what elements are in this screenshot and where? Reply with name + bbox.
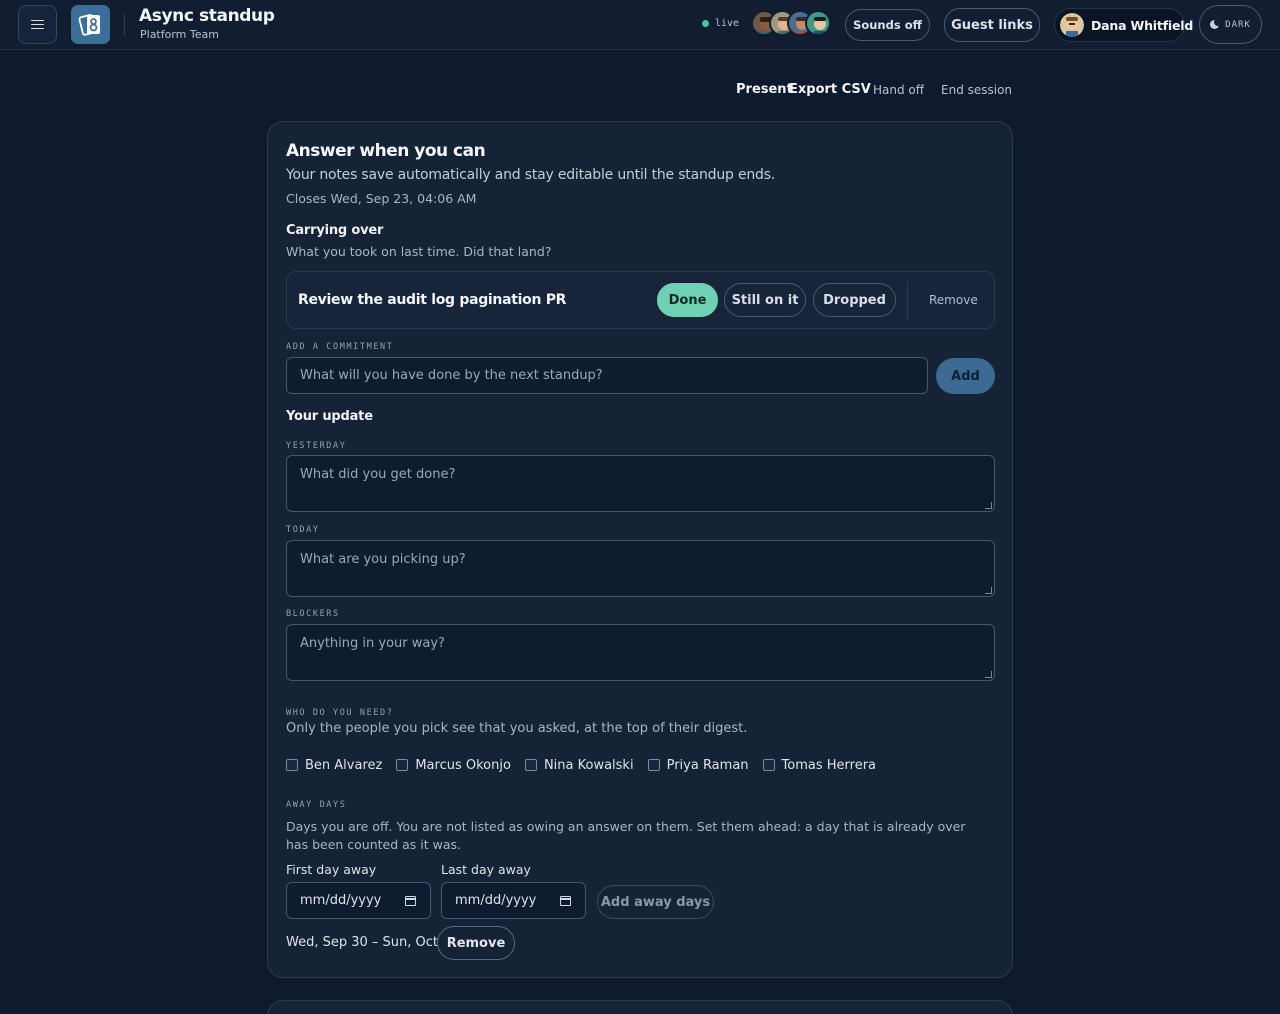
yesterday-label: YESTERDAY xyxy=(286,441,347,451)
remove-carry-over-button[interactable]: Remove xyxy=(929,293,978,307)
resize-handle-icon[interactable] xyxy=(985,671,992,678)
person-name: Ben Alvarez xyxy=(305,757,383,773)
person-name: Tomas Herrera xyxy=(781,757,877,773)
carry-over-subtitle: What you took on last time. Did that lan… xyxy=(286,244,552,259)
closing-time: Closes Wed, Sep 23, 04:06 AM xyxy=(286,191,477,206)
live-dot-icon xyxy=(702,20,709,27)
carry-over-item: Review the audit log pagination PR Done … xyxy=(286,271,995,329)
carry-over-task: Review the audit log pagination PR xyxy=(298,292,567,308)
today-label: TODAY xyxy=(286,525,320,535)
app-logo[interactable] xyxy=(71,5,110,44)
person-checkbox-priya-raman[interactable]: Priya Raman xyxy=(647,757,749,773)
resize-handle-icon[interactable] xyxy=(985,502,992,509)
theme-toggle-button[interactable]: DARK xyxy=(1199,5,1262,44)
theme-label: DARK xyxy=(1225,19,1251,30)
end-session-link[interactable]: End session xyxy=(941,83,1012,97)
next-card xyxy=(267,1000,1013,1014)
person-name: Nina Kowalski xyxy=(543,757,634,773)
date-placeholder: mm/dd/yyyy xyxy=(300,893,382,908)
person-name: Priya Raman xyxy=(666,757,749,773)
date-placeholder: mm/dd/yyyy xyxy=(455,893,537,908)
cards-logo-icon xyxy=(78,13,100,36)
user-menu[interactable]: Dana Whitfield xyxy=(1054,8,1193,42)
last-day-input[interactable]: mm/dd/yyyy xyxy=(441,882,586,919)
calendar-icon[interactable] xyxy=(405,896,416,906)
calendar-icon[interactable] xyxy=(560,896,571,906)
participant-avatars[interactable] xyxy=(751,10,831,38)
live-label: live xyxy=(715,18,740,29)
away-days-help: Days you are off. You are not listed as … xyxy=(286,819,966,852)
team-name: Platform Team xyxy=(140,28,219,41)
away-range: Wed, Sep 30 – Sun, Oct 4 xyxy=(286,935,451,950)
resize-handle-icon[interactable] xyxy=(985,587,992,594)
who-help-text: Only the people you pick see that you as… xyxy=(286,721,748,736)
menu-button[interactable] xyxy=(18,5,57,44)
status-still-on-it-button[interactable]: Still on it xyxy=(724,283,806,317)
divider xyxy=(907,282,908,320)
last-day-label: Last day away xyxy=(441,862,531,877)
avatar xyxy=(805,10,831,36)
carry-over-title: Carrying over xyxy=(286,223,384,238)
yesterday-placeholder: What did you get done? xyxy=(300,467,456,482)
your-update-title: Your update xyxy=(286,409,373,424)
sounds-toggle-button[interactable]: Sounds off xyxy=(845,9,930,41)
user-name: Dana Whitfield xyxy=(1091,17,1194,33)
card-title: Answer when you can xyxy=(286,141,486,161)
commitment-input[interactable]: What will you have done by the next stan… xyxy=(286,357,928,394)
guest-links-button[interactable]: Guest links xyxy=(944,8,1040,42)
avatar xyxy=(1060,13,1084,37)
people-checklist: Ben Alvarez Marcus Okonjo Nina Kowalski … xyxy=(286,755,890,775)
hamburger-icon xyxy=(31,19,44,30)
hand-off-link[interactable]: Hand off xyxy=(873,83,924,97)
blockers-textarea[interactable]: Anything in your way? xyxy=(286,624,995,681)
present-link[interactable]: Present xyxy=(736,82,793,97)
add-commitment-button[interactable]: Add xyxy=(936,358,995,394)
checkbox[interactable] xyxy=(286,759,298,771)
checkbox[interactable] xyxy=(396,759,409,771)
first-day-input[interactable]: mm/dd/yyyy xyxy=(286,882,431,919)
person-checkbox-nina-kowalski[interactable]: Nina Kowalski xyxy=(524,757,634,773)
status-done-button[interactable]: Done xyxy=(657,283,718,317)
standup-answer-card: Answer when you can Your notes save auto… xyxy=(267,121,1013,978)
add-away-days-button[interactable]: Add away days xyxy=(597,885,714,919)
remove-away-days-button[interactable]: Remove xyxy=(437,926,515,960)
first-day-label: First day away xyxy=(286,862,377,877)
person-name: Marcus Okonjo xyxy=(415,757,511,773)
away-days-label: AWAY DAYS xyxy=(286,800,347,810)
blockers-placeholder: Anything in your way? xyxy=(300,636,445,651)
checkbox[interactable] xyxy=(762,759,775,771)
today-placeholder: What are you picking up? xyxy=(300,552,466,567)
moon-icon xyxy=(1210,20,1220,29)
yesterday-textarea[interactable]: What did you get done? xyxy=(286,455,995,512)
top-bar: Async standup Platform Team live Sounds … xyxy=(0,0,1280,50)
who-do-you-need-label: WHO DO YOU NEED? xyxy=(286,708,394,718)
export-csv-link[interactable]: Export CSV xyxy=(789,82,871,97)
live-indicator: live xyxy=(702,18,739,29)
person-checkbox-tomas-herrera[interactable]: Tomas Herrera xyxy=(762,757,877,773)
card-subtitle: Your notes save automatically and stay e… xyxy=(286,167,776,183)
add-commitment-label: ADD A COMMITMENT xyxy=(286,342,394,352)
app-title: Async standup xyxy=(139,6,275,26)
person-checkbox-ben-alvarez[interactable]: Ben Alvarez xyxy=(286,758,382,773)
today-textarea[interactable]: What are you picking up? xyxy=(286,540,995,597)
checkbox[interactable] xyxy=(647,759,660,771)
checkbox[interactable] xyxy=(524,759,537,771)
header-divider xyxy=(124,14,125,36)
blockers-label: BLOCKERS xyxy=(286,609,340,619)
person-checkbox-marcus-okonjo[interactable]: Marcus Okonjo xyxy=(396,758,511,773)
status-dropped-button[interactable]: Dropped xyxy=(813,283,896,317)
